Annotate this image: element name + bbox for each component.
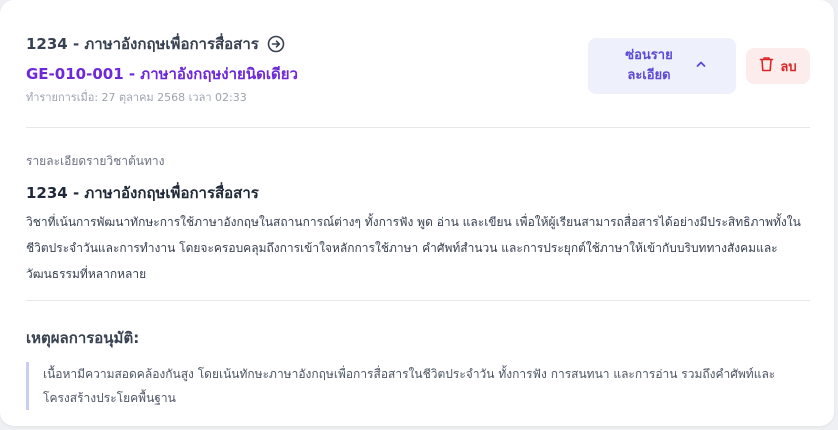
- trash-icon: [759, 56, 774, 76]
- approval-reason-heading: เหตุผลการอนุมัติ:: [26, 329, 140, 347]
- details-section-label: รายละเอียดรายวิชาต้นทาง: [26, 154, 165, 168]
- toggle-details-button[interactable]: ซ่อนรายละเอียด: [588, 38, 736, 94]
- delete-label: ลบ: [780, 59, 797, 75]
- approval-reason-section: เหตุผลการอนุมัติ: เนื้อหามีความสอดคล้องก…: [26, 326, 810, 410]
- details-course-description: วิชาที่เน้นการพัฒนาทักษะการใช้ภาษาอังกฤษ…: [26, 215, 801, 281]
- details-divider: [26, 300, 810, 301]
- toggle-details-label: ซ่อนรายละเอียด: [625, 48, 673, 83]
- delete-button[interactable]: ลบ: [746, 48, 810, 84]
- course-title: 1234 - ภาษาอังกฤษเพื่อการสื่อสาร: [26, 35, 259, 53]
- approval-reason-text: เนื้อหามีความสอดคล้องกันสูง โดยเน้นทักษะ…: [26, 362, 810, 410]
- arrow-right-circle-icon[interactable]: [267, 35, 285, 53]
- header-divider: [26, 127, 810, 128]
- card-header: 1234 - ภาษาอังกฤษเพื่อการสื่อสาร GE-010-…: [26, 32, 810, 112]
- course-transfer-card: 1234 - ภาษาอังกฤษเพื่อการสื่อสาร GE-010-…: [0, 0, 834, 426]
- header-actions: ซ่อนรายละเอียด ลบ: [588, 38, 810, 94]
- source-course-details: รายละเอียดรายวิชาต้นทาง 1234 - ภาษาอังกฤ…: [26, 152, 810, 287]
- chevron-up-icon: [695, 58, 707, 74]
- details-course-title: 1234 - ภาษาอังกฤษเพื่อการสื่อสาร: [26, 184, 259, 202]
